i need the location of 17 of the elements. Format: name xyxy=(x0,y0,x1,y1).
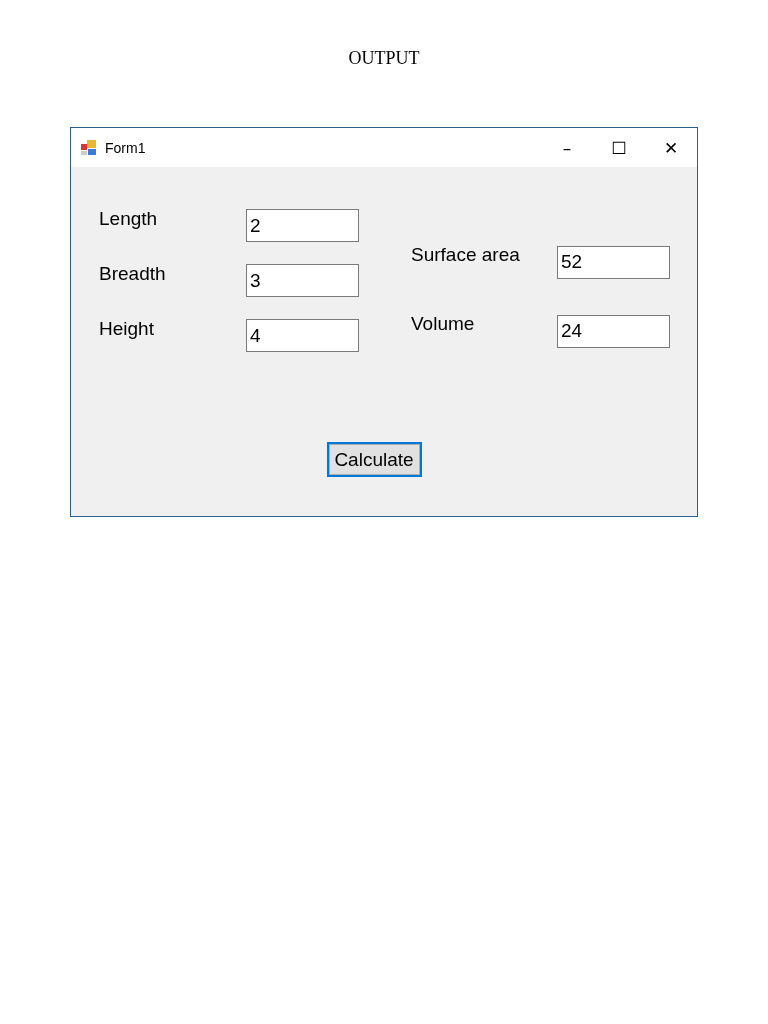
input-field[interactable]: 3 xyxy=(246,264,359,297)
field-label: Length xyxy=(99,207,159,230)
close-button[interactable]: ✕ xyxy=(645,128,697,167)
input-field[interactable]: 2 xyxy=(246,209,359,242)
app-icon xyxy=(81,139,97,156)
output-field[interactable]: 52 xyxy=(557,245,670,279)
field-label: Surface area xyxy=(411,244,521,266)
field-label: Height xyxy=(99,317,155,340)
calculate-button[interactable]: Calculate xyxy=(326,442,422,477)
page-heading: OUTPUT xyxy=(347,47,421,70)
minimize-button[interactable]: – xyxy=(541,128,593,167)
field-label: Breadth xyxy=(99,262,167,285)
output-field[interactable]: 24 xyxy=(557,314,670,348)
maximize-button[interactable]: ☐ xyxy=(593,128,645,167)
input-field[interactable]: 4 xyxy=(246,319,359,352)
window-title: Form1 xyxy=(105,139,146,156)
field-label: Volume xyxy=(411,313,476,335)
